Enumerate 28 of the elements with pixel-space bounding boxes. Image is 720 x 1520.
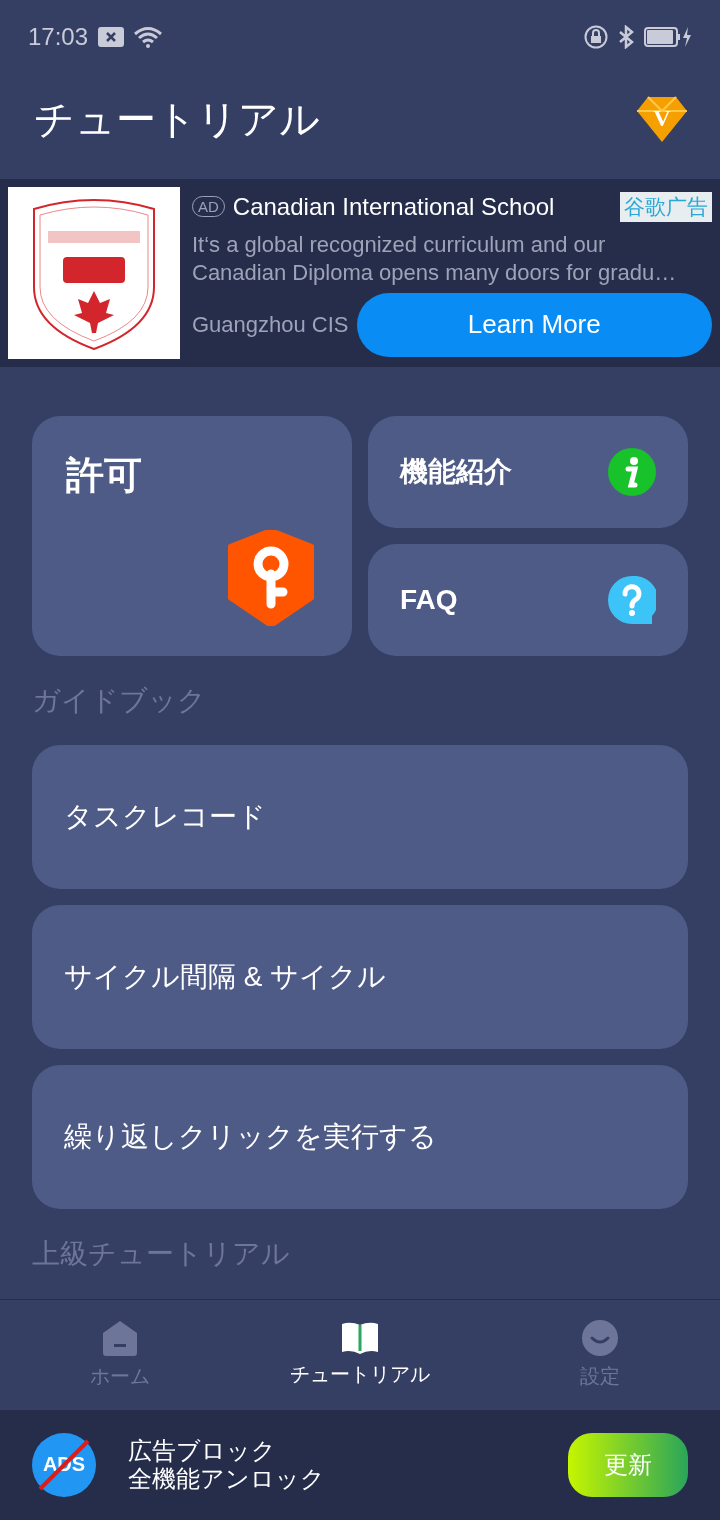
clock: 17:03 [28,23,89,52]
wifi-icon [134,26,163,49]
key-shield-icon [228,529,314,626]
ad-title[interactable]: Canadian International School [232,192,612,221]
section-heading: ガイドブック [31,683,207,718]
ad-network-label: 谷歌广告 [620,191,712,222]
ad-description: It‘s a global recognized curriculum and our Canadian Diploma opens many doors for gradu… [192,230,678,287]
question-bubble-icon [608,575,656,624]
guide-item[interactable]: サイクル間隔 & サイクル [32,905,688,1050]
page-title: チュートリアル [34,95,320,143]
section-heading: 上級チュートリアル [31,1236,291,1271]
advertiser-name: Guangzhou CIS [192,311,349,338]
guide-item[interactable]: タスクレコード [32,745,688,890]
rotation-lock-icon [584,25,608,50]
bluetooth-icon [618,25,634,50]
feature-card[interactable]: 機能紹介 [368,415,688,528]
nav-tab[interactable]: チュートリアル [240,1299,480,1410]
smiley-icon [581,1319,619,1358]
book-icon [341,1321,379,1356]
close-notification-icon [98,27,125,48]
faq-card[interactable]: FAQ [368,543,688,656]
learn-more-button[interactable]: Learn More [356,292,712,357]
info-icon [608,447,656,496]
home-icon [101,1319,139,1358]
permission-card[interactable]: 許可 [32,415,352,656]
guide-item[interactable]: 繰り返しクリックを実行する [32,1065,688,1210]
battery-charging-icon [644,25,692,50]
promo-text: 広告ブロック 全機能アンロック [128,1436,326,1493]
